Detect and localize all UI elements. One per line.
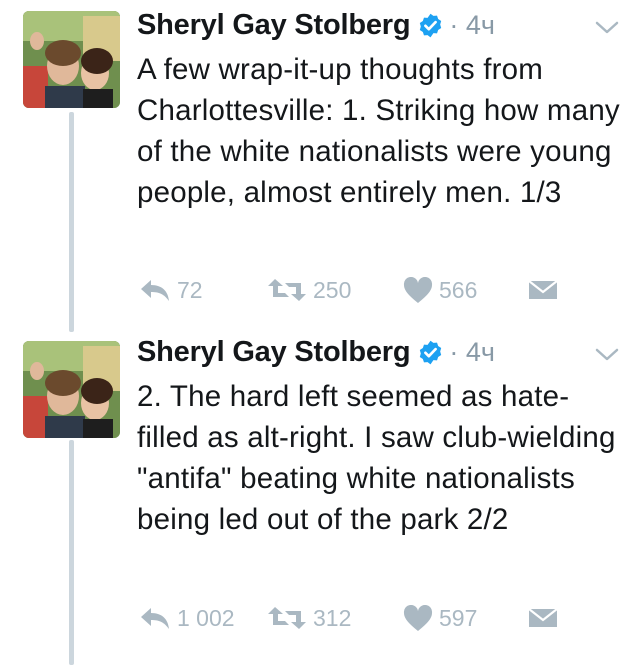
retweet-count: 312 (313, 604, 352, 631)
like-count: 597 (439, 604, 478, 631)
reply-button[interactable]: 1 002 (139, 600, 235, 636)
like-button[interactable]: 566 (403, 272, 477, 308)
author-name[interactable]: Sheryl Gay Stolberg (137, 9, 411, 42)
retweet-button[interactable]: 250 (267, 272, 351, 308)
reply-button[interactable]: 72 (139, 272, 203, 308)
envelope-icon (528, 280, 558, 299)
avatar[interactable] (23, 341, 120, 438)
tweet-text: 2. The hard left seemed as hate-filled a… (137, 380, 616, 536)
chevron-down-icon[interactable] (594, 20, 620, 36)
retweet-icon (268, 279, 306, 301)
tweet-header: Sheryl Gay Stolberg · 4ч (137, 332, 495, 372)
tweet-timestamp[interactable]: · 4ч (449, 337, 495, 368)
like-button[interactable]: 597 (403, 600, 477, 636)
author-name[interactable]: Sheryl Gay Stolberg (137, 336, 411, 369)
retweet-icon (268, 607, 306, 629)
tweet-header: Sheryl Gay Stolberg · 4ч (137, 5, 495, 45)
avatar[interactable] (23, 11, 120, 108)
tweet-text: A few wrap-it-up thoughts from Charlotte… (137, 53, 620, 209)
reply-count: 1 002 (177, 604, 235, 631)
tweet-actions: 1 002 312 597 (137, 600, 577, 636)
tweet[interactable]: Sheryl Gay Stolberg · 4ч 2. The hard lef… (0, 330, 640, 665)
reply-icon (141, 280, 169, 301)
heart-icon (403, 276, 433, 303)
heart-icon (403, 604, 433, 631)
like-count: 566 (439, 276, 478, 303)
chevron-down-icon[interactable] (594, 347, 620, 363)
envelope-icon (528, 608, 558, 627)
reply-count: 72 (177, 276, 203, 303)
direct-message-button[interactable] (528, 600, 558, 636)
retweet-button[interactable]: 312 (267, 600, 351, 636)
retweet-count: 250 (313, 276, 352, 303)
direct-message-button[interactable] (528, 272, 558, 308)
verified-badge-icon (420, 340, 442, 364)
verified-badge-icon (420, 13, 442, 37)
tweet-timestamp[interactable]: · 4ч (449, 10, 495, 41)
tweet-actions: 72 250 566 (137, 272, 577, 308)
reply-icon (141, 608, 169, 629)
tweet[interactable]: Sheryl Gay Stolberg · 4ч A few wrap-it-u… (0, 0, 640, 330)
